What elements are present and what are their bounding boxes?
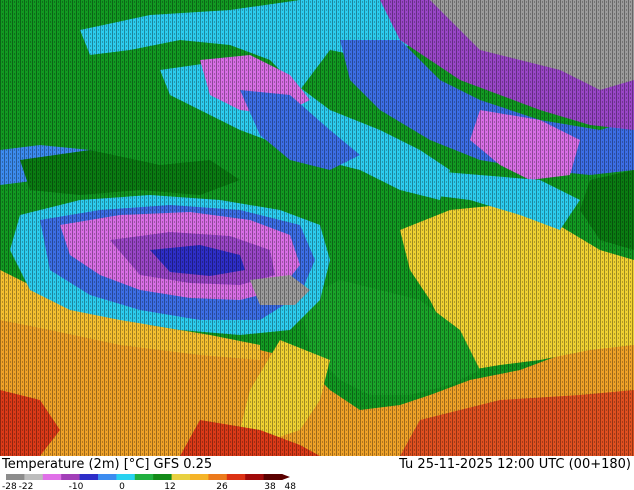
color-scale-segment <box>226 474 246 480</box>
run-time-label: Tu 25-11-2025 12:00 UTC (00+180) <box>399 457 631 472</box>
color-scale-bar: -28 -22 -10 0 12 26 38 48 <box>2 474 296 490</box>
color-scale-segment <box>208 474 228 480</box>
color-scale-segment <box>61 474 81 480</box>
color-scale-segment <box>263 474 283 480</box>
color-scale-segment <box>116 474 136 480</box>
color-scale-tick-label: 0 <box>119 482 125 490</box>
color-scale-segment <box>171 474 191 480</box>
color-scale-tick-label: 48 <box>285 482 297 490</box>
color-scale-segment <box>190 474 209 480</box>
temperature-map <box>0 0 634 456</box>
color-scale-segment <box>24 474 44 480</box>
color-scale-arrow <box>282 474 290 480</box>
color-scale-segment <box>98 474 117 480</box>
color-scale-segment <box>79 474 99 480</box>
color-scale-segment <box>153 474 173 480</box>
legend-footer: Temperature (2m) [°C] GFS 0.25 Tu 25-11-… <box>0 456 634 490</box>
color-scale-segment <box>245 474 265 480</box>
color-scale-tick-label: -22 <box>19 482 34 490</box>
color-scale-segments <box>6 474 290 480</box>
color-scale-ticks: -28 -22 -10 0 12 26 38 48 <box>2 482 296 490</box>
map-title: Temperature (2m) [°C] GFS 0.25 <box>2 457 213 472</box>
wind-barb-texture <box>0 0 634 456</box>
color-scale-tick-label: -10 <box>69 482 84 490</box>
color-scale-tick-label: 38 <box>264 482 276 490</box>
color-scale-segment <box>6 474 25 480</box>
color-scale-tick-label: 26 <box>216 482 228 490</box>
color-scale-tick-label: 12 <box>164 482 175 490</box>
color-scale-segment <box>42 474 62 480</box>
color-scale-segment <box>134 474 154 480</box>
color-scale-tick-label: -28 <box>2 482 17 490</box>
